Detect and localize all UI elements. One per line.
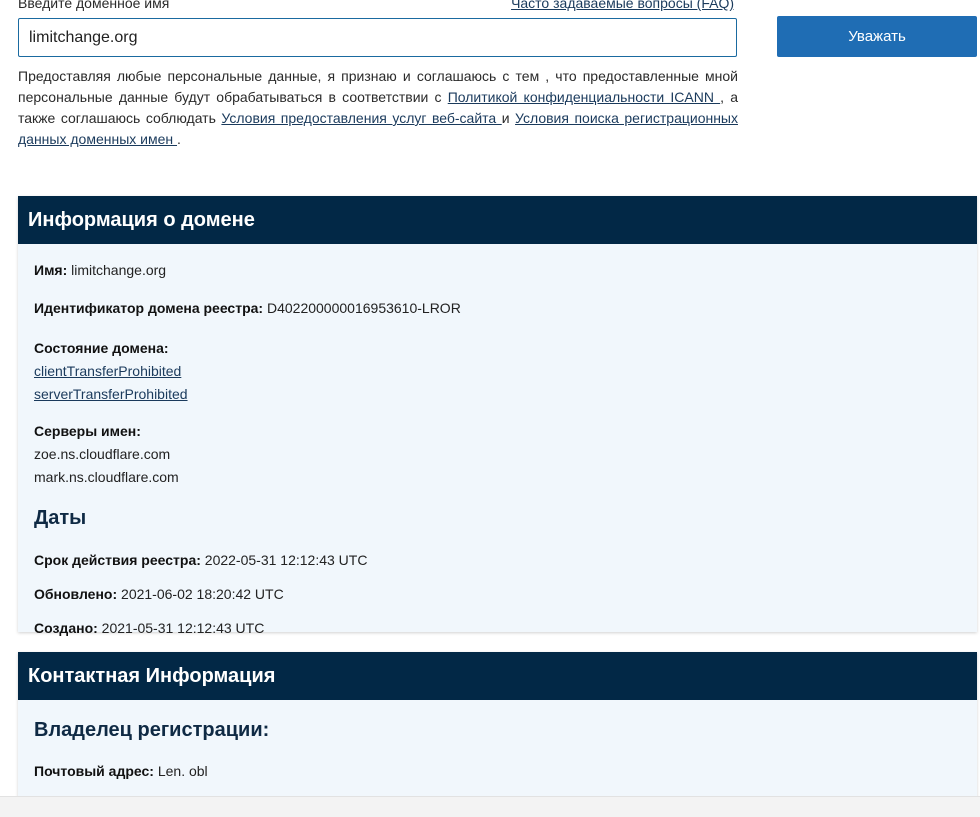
domain-input-label: Введите доменное имя: [18, 0, 170, 11]
status-link[interactable]: serverTransferProhibited: [34, 383, 961, 406]
updated-value: 2021-06-02 18:20:42 UTC: [121, 586, 284, 602]
domain-name-row: Имя: limitchange.org: [34, 262, 167, 278]
expiry-row: Срок действия реестра: 2022-05-31 12:12:…: [34, 552, 368, 568]
consent-text: Предоставляя любые персональные данные, …: [18, 68, 738, 147]
nameserver-item: zoe.ns.cloudflare.com: [34, 446, 171, 462]
updated-row: Обновлено: 2021-06-02 18:20:42 UTC: [34, 586, 284, 602]
faq-link[interactable]: Часто задаваемые вопросы (FAQ): [511, 0, 734, 11]
dates-title: Даты: [34, 507, 87, 529]
contact-info-card: Контактная Информация Владелец регистрац…: [18, 652, 977, 816]
domain-search-input[interactable]: [18, 18, 737, 57]
search-header: Введите доменное имя Часто задаваемые во…: [18, 0, 736, 15]
icann-privacy-link[interactable]: Политикой конфиденциальности ICANN: [448, 89, 720, 105]
mailing-address-value: Len. obl: [157, 763, 208, 779]
domain-info-card: Информация о домене Имя: limitchange.org…: [18, 196, 977, 636]
registrant-title: Владелец регистрации:: [34, 719, 270, 741]
bottom-bar: [0, 796, 980, 817]
created-row: Создано: 2021-05-31 12:12:43 UTC: [34, 620, 265, 636]
domain-name-value: limitchange.org: [71, 262, 167, 278]
nameservers-row: Серверы имен: zoe.ns.cloudflare.com mark…: [34, 420, 961, 489]
registry-id-row: Идентификатор домена реестра: D402200000…: [34, 300, 461, 316]
domain-info-title: Информация о домене: [18, 196, 977, 244]
terms-of-service-link[interactable]: Условия предоставления услуг веб-сайта: [221, 110, 501, 126]
submit-button[interactable]: Уважать: [777, 16, 977, 57]
contact-info-title: Контактная Информация: [18, 652, 977, 700]
expiry-value: 2022-05-31 12:12:43 UTC: [204, 552, 368, 568]
domain-status-row: Состояние домена: clientTransferProhibit…: [34, 337, 961, 406]
registry-id-value: D402200000016953610-LROR: [266, 300, 461, 316]
status-link[interactable]: clientTransferProhibited: [34, 360, 961, 383]
mailing-address-row: Почтовый адрес: Len. obl: [34, 763, 208, 779]
created-value: 2021-05-31 12:12:43 UTC: [101, 620, 265, 636]
nameserver-item: mark.ns.cloudflare.com: [34, 469, 179, 485]
